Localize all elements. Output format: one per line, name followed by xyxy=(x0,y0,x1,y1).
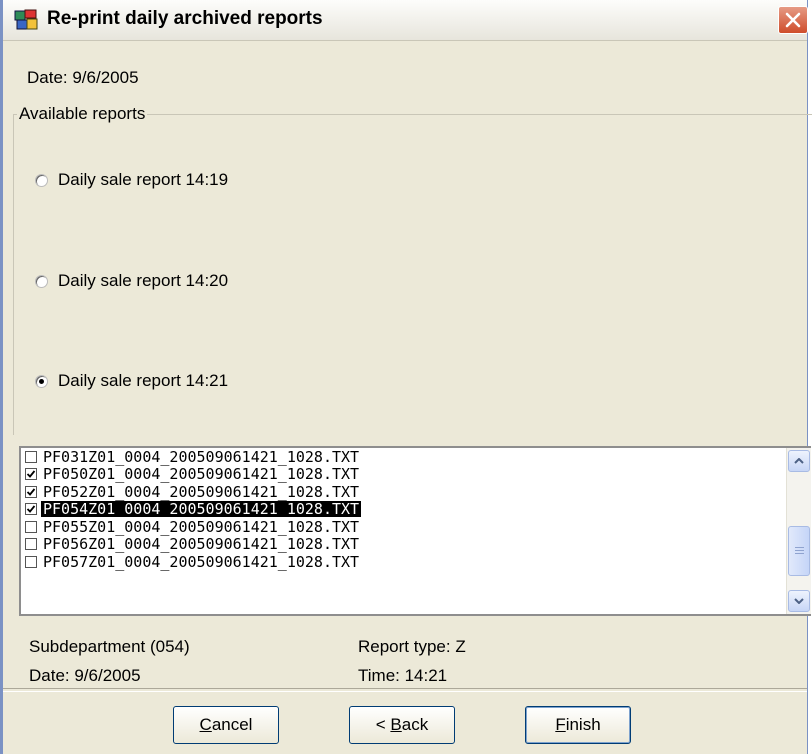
checkbox[interactable] xyxy=(25,450,37,463)
radio-label: Daily sale report 14:21 xyxy=(58,371,229,390)
list-items: PF031Z01_0004_200509061421_1028.TXT PF05… xyxy=(21,448,785,614)
report-file-list[interactable]: PF031Z01_0004_200509061421_1028.TXT PF05… xyxy=(19,446,811,616)
radio-report-1419[interactable]: Daily sale report 14:19 xyxy=(35,170,228,190)
checkmark-icon xyxy=(26,505,36,514)
chevron-down-icon xyxy=(794,598,804,604)
list-item[interactable]: PF052Z01_0004_200509061421_1028.TXT xyxy=(21,483,785,501)
list-item[interactable]: PF050Z01_0004_200509061421_1028.TXT xyxy=(21,466,785,484)
radio-report-1421[interactable]: Daily sale report 14:21 xyxy=(35,371,228,391)
detail-time-label: Time: 14:21 xyxy=(358,666,448,685)
finish-button[interactable]: Finish xyxy=(525,706,631,744)
detail-date-label: Date: 9/6/2005 xyxy=(29,666,141,685)
report-type-label: Report type: Z xyxy=(358,637,466,656)
vertical-scrollbar[interactable] xyxy=(786,448,811,614)
checkbox[interactable] xyxy=(25,485,37,498)
radio-report-1420[interactable]: Daily sale report 14:20 xyxy=(35,271,228,291)
radio-button-selected-icon xyxy=(35,374,48,388)
window-title: Re-print daily archived reports xyxy=(47,8,323,29)
chevron-up-icon xyxy=(794,458,804,464)
header-date: Date: 9/6/2005 xyxy=(27,68,139,87)
checkbox[interactable] xyxy=(25,555,37,568)
back-button[interactable]: < Back xyxy=(349,706,455,744)
radio-button-icon xyxy=(35,173,48,187)
checkmark-icon xyxy=(26,488,36,496)
checkbox[interactable] xyxy=(25,520,37,533)
checkbox[interactable] xyxy=(25,468,37,481)
radio-button-icon xyxy=(35,274,48,288)
checkmark-icon xyxy=(26,470,36,479)
close-icon xyxy=(785,12,801,28)
scroll-down-button[interactable] xyxy=(788,590,810,612)
group-label: Available reports xyxy=(17,104,148,124)
list-item-selected[interactable]: PF054Z01_0004_200509061421_1028.TXT xyxy=(21,501,785,519)
report-print-icon xyxy=(13,8,39,32)
subdepartment-label: Subdepartment (054) xyxy=(29,637,190,656)
list-item[interactable]: PF057Z01_0004_200509061421_1028.TXT xyxy=(21,553,785,571)
list-item[interactable]: PF055Z01_0004_200509061421_1028.TXT xyxy=(21,518,785,536)
checkbox[interactable] xyxy=(25,503,37,516)
dialog-window: Re-print daily archived reports Date: 9/… xyxy=(0,0,812,754)
title-bar[interactable]: Re-print daily archived reports xyxy=(3,0,808,41)
radio-label: Daily sale report 14:20 xyxy=(58,271,229,290)
cancel-button[interactable]: Cancel xyxy=(173,706,279,744)
checkbox[interactable] xyxy=(25,538,37,551)
list-item[interactable]: PF056Z01_0004_200509061421_1028.TXT xyxy=(21,536,785,554)
divider xyxy=(3,688,807,692)
scroll-thumb[interactable] xyxy=(788,526,810,576)
radio-label: Daily sale report 14:19 xyxy=(58,170,229,189)
close-button[interactable] xyxy=(778,6,808,34)
scroll-up-button[interactable] xyxy=(788,450,810,472)
list-item[interactable]: PF031Z01_0004_200509061421_1028.TXT xyxy=(21,448,785,466)
dialog-body: Date: 9/6/2005 Available reports Daily s… xyxy=(3,41,812,754)
